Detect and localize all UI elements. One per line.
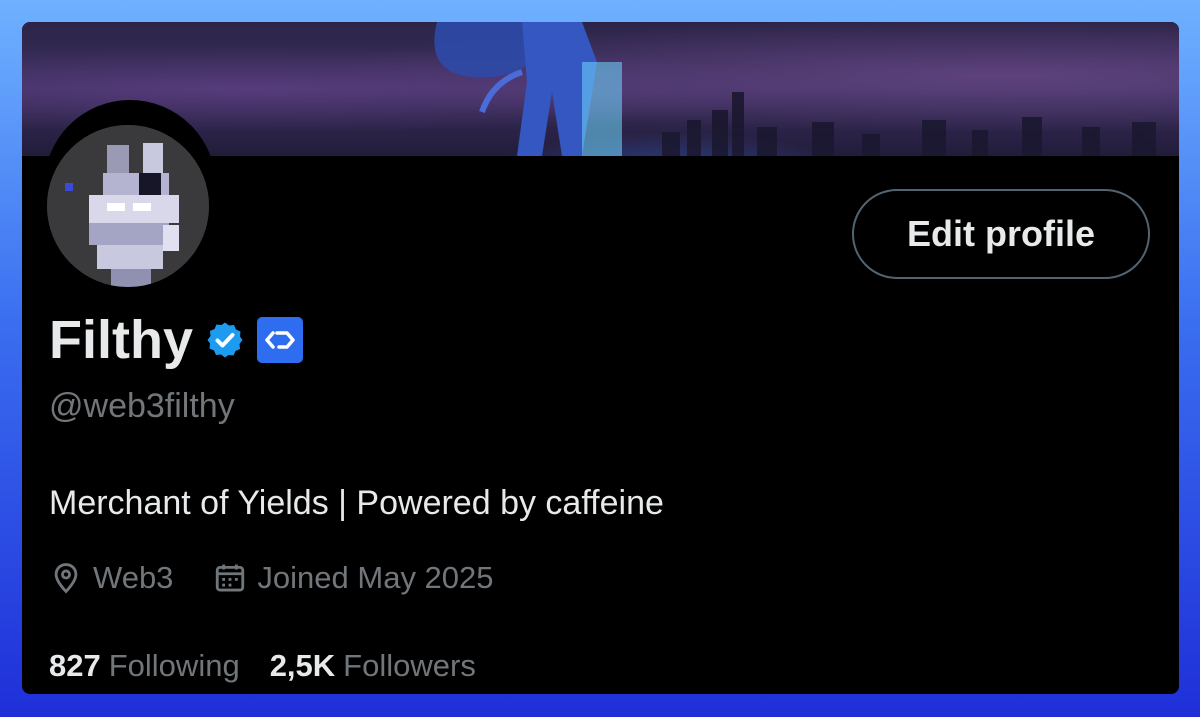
handle: @web3filthy <box>49 387 235 425</box>
follow-stats: 827 Following 2,5K Followers <box>49 648 476 684</box>
avatar[interactable] <box>47 125 209 287</box>
bio: Merchant of Yields | Powered by caffeine <box>49 484 664 522</box>
profile-meta: Web3 Joined May 2025 <box>49 560 494 596</box>
location-pin-icon <box>54 563 78 594</box>
join-date-text: Joined May 2025 <box>257 560 494 595</box>
edit-profile-button[interactable]: Edit profile <box>852 189 1150 279</box>
profile-card: Edit profile Filthy @web3filthy Merchant… <box>22 22 1179 694</box>
calendar-icon <box>216 564 245 592</box>
followers-link[interactable]: 2,5K Followers <box>270 648 476 684</box>
affiliate-badge-icon[interactable] <box>257 317 303 363</box>
following-label: Following <box>108 648 240 683</box>
location-text: Web3 <box>93 560 174 595</box>
display-name: Filthy <box>49 310 193 370</box>
location: Web3 <box>49 560 173 596</box>
followers-count: 2,5K <box>269 648 336 683</box>
following-count: 827 <box>49 648 101 683</box>
join-date: Joined May 2025 <box>213 560 494 596</box>
name-row: Filthy <box>49 310 303 370</box>
pixel-avatar-art <box>47 125 209 287</box>
followers-label: Followers <box>343 648 476 683</box>
verified-badge-icon[interactable] <box>205 320 245 360</box>
following-link[interactable]: 827 Following <box>49 648 240 684</box>
